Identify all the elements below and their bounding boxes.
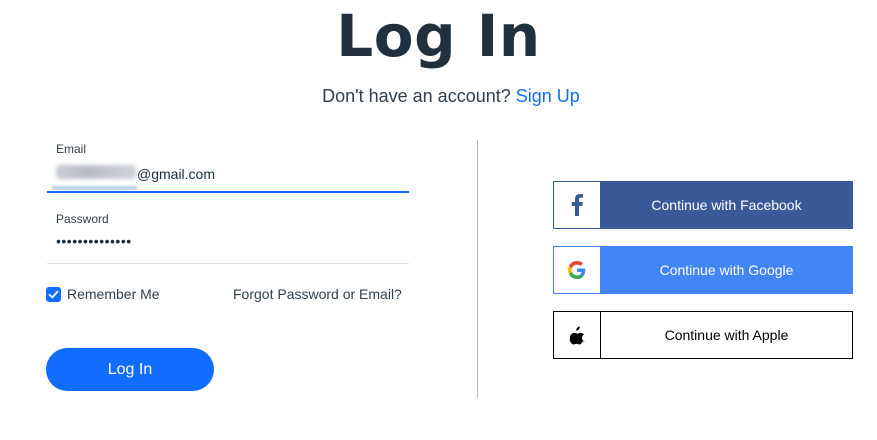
- google-button-label: Continue with Google: [659, 262, 794, 278]
- remember-me-checkbox[interactable]: [46, 286, 61, 302]
- signup-prompt-text: Don't have an account?: [322, 86, 511, 106]
- checkmark-icon: [48, 290, 59, 298]
- continue-with-google-button[interactable]: Continue with Google: [553, 246, 853, 294]
- email-label: Email: [56, 142, 87, 156]
- email-field[interactable]: @gmail.com: [47, 162, 409, 193]
- signup-link[interactable]: Sign Up: [516, 86, 580, 106]
- google-icon-box: [554, 247, 601, 293]
- vertical-divider: [477, 140, 478, 398]
- password-value: ••••••••••••••: [56, 233, 132, 249]
- facebook-icon-box: [554, 182, 601, 228]
- email-redacted-blur: [56, 165, 136, 179]
- remember-me-toggle[interactable]: Remember Me: [46, 286, 160, 302]
- facebook-icon: [571, 194, 583, 216]
- email-value: @gmail.com: [137, 166, 216, 182]
- remember-me-label: Remember Me: [67, 286, 160, 302]
- continue-with-facebook-button[interactable]: Continue with Facebook: [553, 181, 853, 229]
- continue-with-apple-button[interactable]: Continue with Apple: [553, 311, 853, 359]
- password-field[interactable]: ••••••••••••••: [47, 232, 409, 264]
- password-label: Password: [56, 212, 109, 226]
- email-redacted-underline: [52, 186, 137, 190]
- login-button[interactable]: Log In: [46, 348, 214, 391]
- google-icon: [568, 261, 586, 279]
- facebook-button-label: Continue with Facebook: [651, 197, 802, 213]
- apple-icon-box: [554, 312, 601, 358]
- apple-icon: [569, 325, 585, 345]
- signup-prompt: Don't have an account? Sign Up: [0, 86, 877, 107]
- apple-button-label: Continue with Apple: [664, 327, 789, 343]
- page-title: Log In: [336, 2, 541, 70]
- forgot-password-link[interactable]: Forgot Password or Email?: [233, 286, 402, 302]
